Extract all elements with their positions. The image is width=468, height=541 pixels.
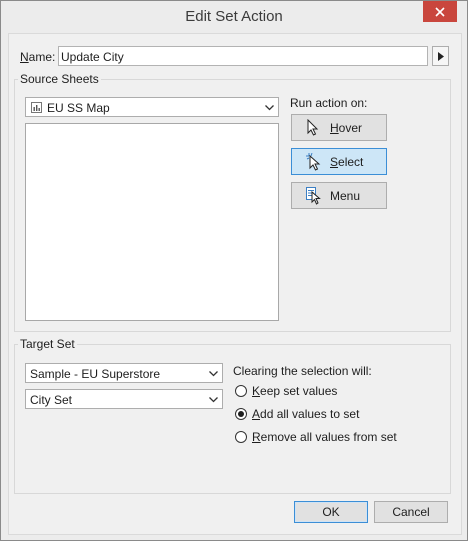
hover-button[interactable]: Hover bbox=[291, 114, 387, 141]
title-bar[interactable]: Edit Set Action bbox=[1, 1, 467, 33]
target-set-group: Target Set Sample - EU Superstore City S… bbox=[14, 337, 451, 494]
datasource-dropdown[interactable]: Sample - EU Superstore bbox=[25, 363, 223, 383]
target-set-legend: Target Set bbox=[18, 337, 77, 351]
hover-button-label: Hover bbox=[330, 121, 363, 135]
insert-field-button[interactable] bbox=[432, 46, 449, 66]
select-pointer-icon bbox=[306, 153, 321, 171]
remove-all-values-radio[interactable] bbox=[235, 431, 247, 443]
set-value: City Set bbox=[30, 393, 73, 407]
pointer-icon bbox=[307, 119, 319, 136]
add-all-values-label[interactable]: Add all values to set bbox=[252, 407, 359, 421]
datasource-value: Sample - EU Superstore bbox=[30, 367, 161, 381]
name-input-value: Update City bbox=[61, 50, 124, 64]
name-input[interactable]: Update City bbox=[58, 46, 428, 66]
name-label: Name: bbox=[20, 50, 56, 64]
edit-set-action-dialog: Edit Set Action Name: Update City Source… bbox=[0, 0, 468, 541]
source-sheets-list[interactable] bbox=[25, 123, 279, 321]
source-sheets-group: Source Sheets EU SS Map Run action on: H… bbox=[14, 72, 451, 332]
chevron-down-icon bbox=[209, 371, 218, 377]
add-all-values-radio[interactable] bbox=[235, 408, 247, 420]
remove-all-values-label[interactable]: Remove all values from set bbox=[252, 430, 397, 444]
window-title: Edit Set Action bbox=[185, 8, 283, 25]
set-dropdown[interactable]: City Set bbox=[25, 389, 223, 409]
ok-button[interactable]: OK bbox=[294, 501, 368, 523]
play-arrow-icon bbox=[438, 52, 444, 61]
source-sheets-legend: Source Sheets bbox=[18, 72, 101, 86]
menu-pointer-icon bbox=[306, 187, 321, 205]
cancel-button[interactable]: Cancel bbox=[374, 501, 448, 523]
dialog-content: Name: Update City Source Sheets EU SS Ma… bbox=[8, 33, 462, 535]
clearing-label: Clearing the selection will: bbox=[233, 364, 372, 378]
sheet-icon bbox=[31, 102, 42, 113]
select-button[interactable]: Select bbox=[291, 148, 387, 175]
chevron-down-icon bbox=[209, 397, 218, 403]
source-sheet-dropdown[interactable]: EU SS Map bbox=[25, 97, 279, 117]
close-button[interactable] bbox=[423, 1, 457, 22]
select-button-label: Select bbox=[330, 155, 364, 169]
close-icon bbox=[435, 6, 445, 17]
keep-set-values-radio[interactable] bbox=[235, 385, 247, 397]
chevron-down-icon bbox=[265, 105, 274, 111]
menu-button-label: Menu bbox=[330, 189, 361, 203]
source-sheet-value: EU SS Map bbox=[47, 101, 110, 115]
keep-set-values-label[interactable]: Keep set values bbox=[252, 384, 337, 398]
menu-button[interactable]: Menu bbox=[291, 182, 387, 209]
run-action-label: Run action on: bbox=[290, 96, 368, 110]
